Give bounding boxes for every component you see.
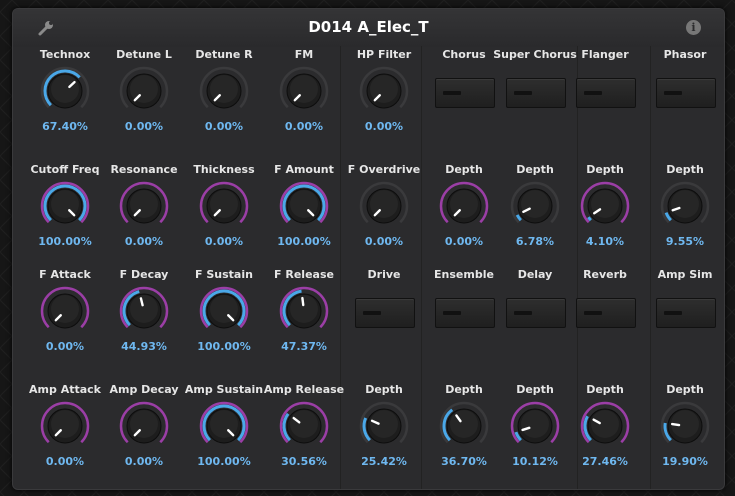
control-label: Phasor — [663, 48, 707, 61]
knob-indicator — [301, 296, 305, 307]
knob[interactable] — [358, 65, 410, 117]
control-label: F Overdrive — [347, 163, 421, 176]
control-label: Cutoff Freq — [30, 163, 100, 176]
effect-toggle-switch[interactable] — [656, 78, 716, 108]
control-label: Amp Release — [263, 383, 345, 396]
control-label: Depth — [586, 383, 624, 396]
knob[interactable] — [438, 180, 490, 232]
effect-toggle-switch[interactable] — [506, 298, 566, 328]
knob[interactable] — [39, 180, 91, 232]
control-label: F Release — [274, 268, 334, 281]
control-label: Reverb — [583, 268, 627, 281]
knob-value: 0.00% — [444, 235, 484, 248]
knob-value: 6.78% — [515, 235, 555, 248]
knob[interactable] — [509, 180, 561, 232]
control-label: Amp Decay — [109, 383, 179, 396]
control-label: Technox — [39, 48, 91, 61]
knob[interactable] — [198, 400, 250, 452]
knob[interactable] — [118, 400, 170, 452]
control-label: Depth — [586, 163, 624, 176]
control-label: Drive — [367, 268, 401, 281]
knob[interactable] — [278, 65, 330, 117]
knob[interactable] — [438, 400, 490, 452]
control-label: Detune R — [195, 48, 253, 61]
control-label: F Decay — [119, 268, 169, 281]
knob-value: 0.00% — [45, 340, 85, 353]
knob[interactable] — [659, 180, 711, 232]
knob-value: 0.00% — [124, 120, 164, 133]
knob-value: 44.93% — [121, 340, 167, 353]
knob-value: 100.00% — [197, 340, 251, 353]
knob[interactable] — [198, 180, 250, 232]
control-label: Amp Sim — [657, 268, 713, 281]
knob-value: 27.46% — [582, 455, 628, 468]
knob-value: 0.00% — [45, 455, 85, 468]
control-label: Amp Attack — [29, 383, 101, 396]
control-label: F Attack — [39, 268, 91, 281]
control-label: FM — [294, 48, 314, 61]
info-icon[interactable]: i — [686, 20, 701, 35]
knob[interactable] — [278, 285, 330, 337]
control-label: Thickness — [193, 163, 255, 176]
knob-indicator — [139, 297, 144, 307]
control-label: Amp Sustain — [184, 383, 264, 396]
knob[interactable] — [198, 65, 250, 117]
knob[interactable] — [198, 285, 250, 337]
knob[interactable] — [659, 400, 711, 452]
knob-value: 100.00% — [38, 235, 92, 248]
control-label: F Amount — [274, 163, 334, 176]
knob-value: 100.00% — [277, 235, 331, 248]
knob-value: 30.56% — [281, 455, 327, 468]
knob-value: 10.12% — [512, 455, 558, 468]
title-bar: D014 A_Elec_T i — [13, 9, 724, 47]
knob-value: 0.00% — [204, 120, 244, 133]
knob[interactable] — [39, 285, 91, 337]
knob[interactable] — [39, 400, 91, 452]
knob[interactable] — [579, 180, 631, 232]
control-label: Depth — [666, 383, 704, 396]
effect-toggle-switch[interactable] — [656, 298, 716, 328]
control-label: Flanger — [581, 48, 629, 61]
knob[interactable] — [278, 180, 330, 232]
effect-toggle-switch[interactable] — [435, 78, 495, 108]
knob-value: 0.00% — [124, 455, 164, 468]
knob[interactable] — [278, 400, 330, 452]
control-label: Depth — [666, 163, 704, 176]
control-label: F Sustain — [195, 268, 253, 281]
effect-toggle-switch[interactable] — [576, 78, 636, 108]
knob-value: 25.42% — [361, 455, 407, 468]
knob-value: 47.37% — [281, 340, 327, 353]
effect-toggle-switch[interactable] — [355, 298, 415, 328]
knob[interactable] — [39, 65, 91, 117]
effect-toggle-switch[interactable] — [506, 78, 566, 108]
control-label: Resonance — [110, 163, 178, 176]
knob-value: 67.40% — [42, 120, 88, 133]
knob[interactable] — [579, 400, 631, 452]
knob-value: 0.00% — [204, 235, 244, 248]
knob-value: 0.00% — [364, 120, 404, 133]
knob-indicator — [670, 422, 681, 427]
knob-value: 4.10% — [585, 235, 625, 248]
knob-value: 36.70% — [441, 455, 487, 468]
knob-value: 19.90% — [662, 455, 708, 468]
knob[interactable] — [509, 400, 561, 452]
effect-toggle-switch[interactable] — [435, 298, 495, 328]
control-label: Depth — [365, 383, 403, 396]
synth-panel: D014 A_Elec_T i Technox 67.40% Detune L 0.0… — [12, 8, 725, 490]
knob-value: 100.00% — [197, 455, 251, 468]
control-label: HP Filter — [356, 48, 412, 61]
effect-toggle-switch[interactable] — [576, 298, 636, 328]
knob[interactable] — [118, 285, 170, 337]
knob-value: 0.00% — [364, 235, 404, 248]
knob-value: 9.55% — [665, 235, 705, 248]
knob[interactable] — [118, 65, 170, 117]
knob[interactable] — [358, 180, 410, 232]
knob-value: 0.00% — [284, 120, 324, 133]
knob-value: 0.00% — [124, 235, 164, 248]
preset-title: D014 A_Elec_T — [308, 18, 429, 36]
control-label: Detune L — [116, 48, 172, 61]
knob[interactable] — [358, 400, 410, 452]
knob[interactable] — [118, 180, 170, 232]
